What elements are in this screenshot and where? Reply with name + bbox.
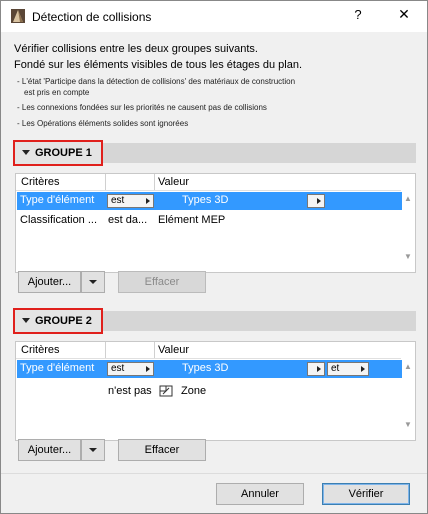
row-value: Types 3D: [182, 362, 229, 374]
cancel-button[interactable]: Annuler: [216, 483, 304, 505]
row-value: Elément MEP: [158, 214, 226, 226]
group1-criteria-table: Critères Valeur Type d'élément est Types…: [15, 173, 416, 273]
scroll-up-icon[interactable]: ▲: [403, 362, 413, 371]
group2-add-menu-button[interactable]: [81, 439, 105, 461]
column-divider: [154, 174, 155, 190]
row-criteria: Type d'élément: [20, 194, 95, 206]
row-value: Types 3D: [182, 194, 229, 206]
group1-add-button[interactable]: Ajouter...: [18, 271, 81, 293]
column-divider: [105, 342, 106, 358]
note-1: - L'état 'Participe dans la détection de…: [17, 77, 296, 86]
header-divider: [16, 190, 401, 191]
collision-dialog: Détection de collisions ? ✕ Vérifier col…: [0, 0, 428, 514]
collapse-arrow-icon: [22, 318, 30, 323]
operator-dropdown[interactable]: est: [107, 362, 154, 376]
criteria-column-header[interactable]: Critères: [21, 176, 60, 188]
scroll-up-icon[interactable]: ▲: [403, 194, 413, 203]
value-column-header[interactable]: Valeur: [158, 176, 189, 188]
group1-label: GROUPE 1: [35, 147, 92, 159]
table-row[interactable]: Type d'élément est Types 3D: [17, 192, 402, 210]
value-dropdown[interactable]: [307, 194, 325, 208]
group1-header[interactable]: GROUPE 1: [13, 140, 103, 166]
dropdown-arrow-icon: [146, 198, 150, 204]
note-3: - Les Opérations éléments solides sont i…: [17, 119, 189, 128]
logic-dropdown[interactable]: et: [327, 362, 369, 376]
operator-dropdown[interactable]: est: [107, 194, 154, 208]
collapse-arrow-icon: [22, 150, 30, 155]
group2-label: GROUPE 2: [35, 315, 92, 327]
row-criteria: Type d'élément: [20, 362, 95, 374]
operator-value: est: [111, 195, 125, 206]
zone-icon: [159, 385, 173, 397]
chevron-down-icon: [89, 280, 97, 284]
group2-clear-button[interactable]: Effacer: [118, 439, 206, 461]
table-row[interactable]: Type d'élément est Types 3D et: [17, 360, 402, 378]
dropdown-arrow-icon: [361, 366, 365, 372]
chevron-down-icon: [89, 448, 97, 452]
logic-value: et: [331, 363, 340, 374]
table-row[interactable]: Classification ... est da... Elément MEP: [17, 211, 402, 229]
title-bar: Détection de collisions ? ✕: [1, 1, 427, 32]
group1-clear-button[interactable]: Effacer: [118, 271, 206, 293]
scroll-down-icon[interactable]: ▼: [403, 420, 413, 429]
row-criteria: Classification ...: [20, 214, 98, 226]
value-dropdown[interactable]: [307, 362, 325, 376]
note-1-cont: est pris en compte: [24, 88, 90, 97]
note-2: - Les connexions fondées sur les priorit…: [17, 103, 267, 112]
help-button[interactable]: ?: [345, 7, 371, 27]
app-icon: [11, 9, 25, 23]
group1-add-menu-button[interactable]: [81, 271, 105, 293]
value-column-header[interactable]: Valeur: [158, 344, 189, 356]
scroll-down-icon[interactable]: ▼: [403, 252, 413, 261]
criteria-column-header[interactable]: Critères: [21, 344, 60, 356]
operator-value: est: [111, 363, 125, 374]
dropdown-arrow-icon: [317, 366, 321, 372]
close-button[interactable]: ✕: [390, 6, 418, 28]
group2-header[interactable]: GROUPE 2: [13, 308, 103, 334]
description-line-1: Vérifier collisions entre les deux group…: [14, 43, 258, 55]
table-row[interactable]: n'est pas Zone: [17, 382, 402, 400]
dropdown-arrow-icon: [317, 198, 321, 204]
row-operator: est da...: [108, 214, 148, 226]
header-divider: [16, 358, 401, 359]
column-divider: [154, 342, 155, 358]
dialog-title: Détection de collisions: [32, 10, 152, 24]
column-divider: [105, 174, 106, 190]
footer-divider: [1, 473, 427, 474]
dropdown-arrow-icon: [146, 366, 150, 372]
row-operator: n'est pas: [108, 385, 152, 397]
group2-add-button[interactable]: Ajouter...: [18, 439, 81, 461]
group2-criteria-table: Critères Valeur Type d'élément est Types…: [15, 341, 416, 441]
row-value: Zone: [181, 385, 207, 397]
description-line-2: Fondé sur les éléments visibles de tous …: [14, 59, 302, 71]
verify-button[interactable]: Vérifier: [322, 483, 410, 505]
